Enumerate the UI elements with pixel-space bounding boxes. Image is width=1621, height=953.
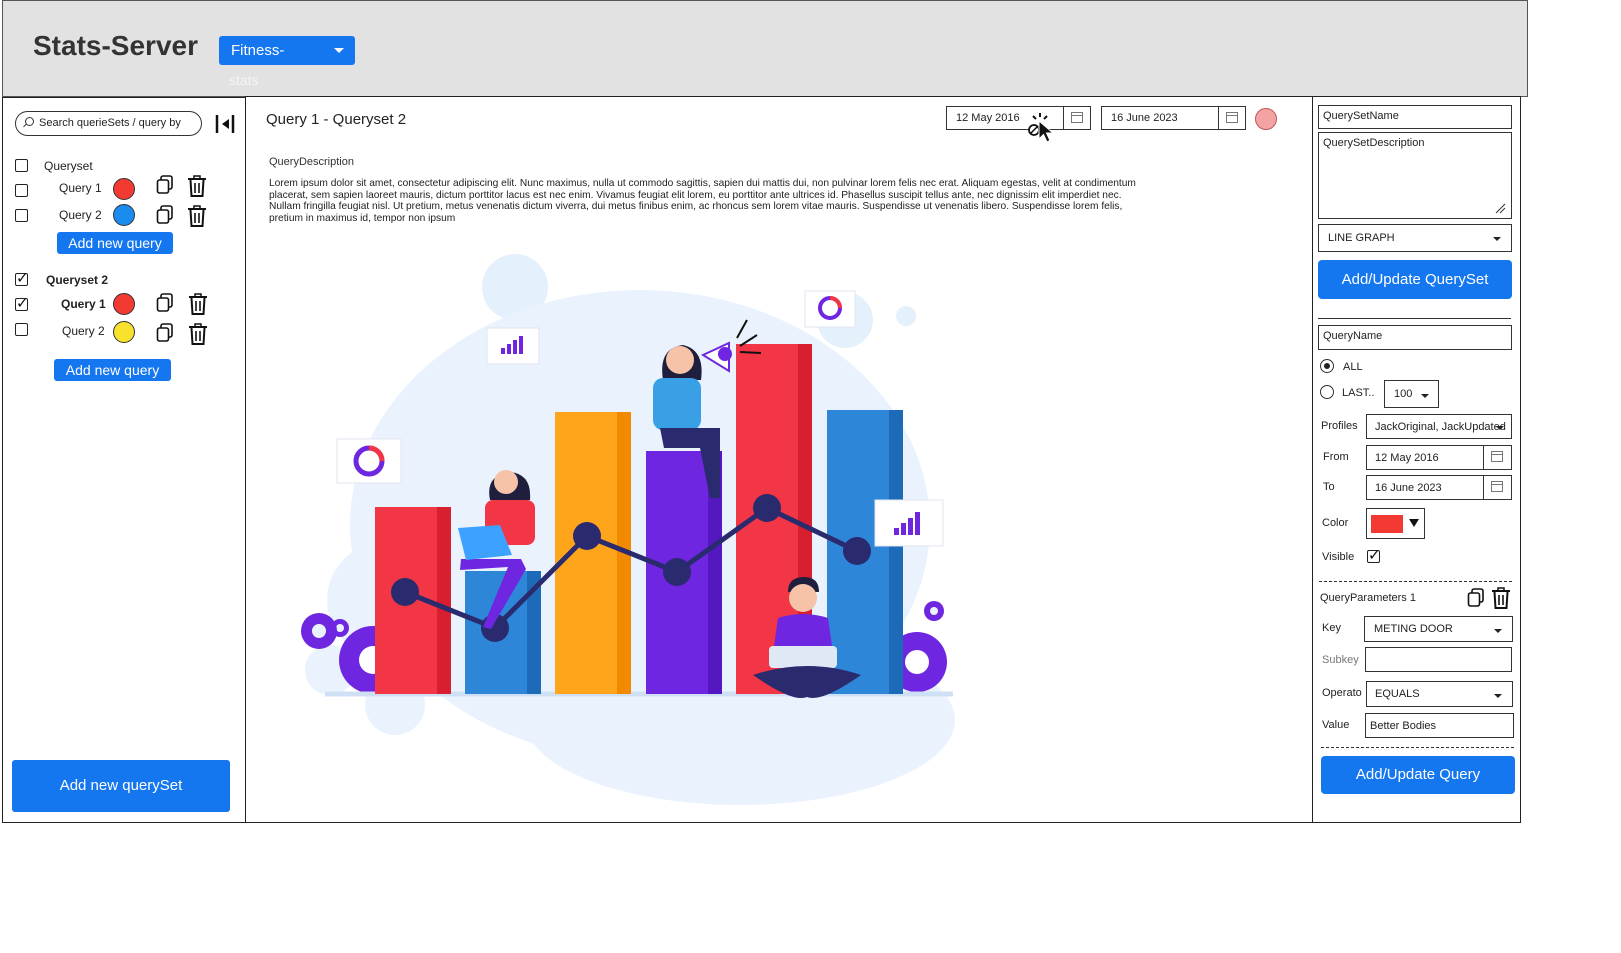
subkey-label: Subkey: [1322, 654, 1359, 666]
collapse-sidebar-icon[interactable]: [214, 113, 236, 135]
status-indicator: [1255, 108, 1277, 130]
copy-icon[interactable]: [1467, 588, 1485, 608]
trash-icon[interactable]: [187, 205, 207, 227]
query-color-dot[interactable]: [113, 204, 135, 226]
query-name-input[interactable]: QueryName: [1318, 325, 1512, 350]
query-checkbox[interactable]: [15, 294, 29, 312]
queryset-checkbox[interactable]: [15, 159, 28, 172]
queryset-name: Queryset: [44, 159, 93, 173]
add-query-button[interactable]: Add new query: [57, 232, 173, 254]
trash-icon[interactable]: [188, 323, 208, 345]
color-swatch: [1371, 515, 1403, 533]
chevron-down-icon: [1494, 629, 1502, 633]
query-name: Query 1: [59, 181, 102, 195]
to-label: To: [1323, 481, 1335, 493]
calendar-icon: [1226, 112, 1238, 123]
visible-checkbox[interactable]: [1367, 546, 1381, 564]
radio-last[interactable]: [1320, 385, 1334, 399]
app-title: Stats-Server: [33, 30, 198, 61]
search-icon: [25, 117, 34, 126]
query-checkbox[interactable]: [15, 184, 28, 197]
copy-icon[interactable]: [156, 175, 174, 195]
operator-value: EQUALS: [1375, 688, 1420, 700]
chevron-down-icon: [1493, 237, 1501, 241]
operator-label: Operato: [1322, 687, 1362, 699]
query-title: Query 1 - Queryset 2: [266, 111, 407, 128]
trash-icon[interactable]: [1491, 587, 1511, 609]
date-from-calendar-button[interactable]: [1063, 106, 1091, 130]
last-count-value: 100: [1394, 388, 1413, 400]
dataset-select-value: Fitness-: [231, 42, 285, 59]
graph-type-value: LINE GRAPH: [1328, 232, 1395, 244]
radio-all[interactable]: [1320, 359, 1334, 373]
visible-label: Visible: [1322, 551, 1355, 563]
profiles-select[interactable]: JackOriginal, JackUpdated: [1366, 414, 1512, 439]
date-to-calendar-button[interactable]: [1218, 106, 1246, 130]
from-date-input[interactable]: 12 May 2016: [1366, 445, 1484, 470]
divider: [1318, 318, 1511, 319]
queryset-name-input[interactable]: QuerySetName: [1318, 105, 1512, 129]
color-picker[interactable]: [1366, 508, 1425, 539]
queryset-name: Queryset 2: [46, 273, 109, 287]
calendar-icon: [1491, 451, 1503, 462]
chevron-down-icon: [1496, 426, 1504, 430]
query-description-text: Lorem ipsum dolor sit amet, consectetur …: [269, 178, 1136, 224]
search-input[interactable]: Search querieSets / query by: [15, 111, 202, 136]
query-color-dot[interactable]: [113, 321, 135, 343]
query-parameters-title: QueryParameters 1: [1320, 592, 1416, 604]
radio-last-label: LAST..: [1342, 387, 1375, 399]
trash-icon[interactable]: [188, 293, 208, 315]
key-label: Key: [1322, 622, 1341, 634]
query-checkbox[interactable]: [15, 209, 28, 222]
to-date-input[interactable]: 16 June 2023: [1366, 475, 1484, 500]
chevron-down-icon: [334, 48, 344, 53]
from-calendar-button[interactable]: [1483, 445, 1512, 470]
query-description-label: QueryDescription: [269, 156, 354, 168]
query-name: Query 2: [59, 208, 102, 222]
pointer-cursor-icon: [1028, 113, 1055, 143]
chevron-down-icon: [1494, 694, 1502, 698]
divider: [1321, 747, 1514, 748]
graph-type-select[interactable]: LINE GRAPH: [1318, 224, 1512, 252]
date-to-input[interactable]: 16 June 2023: [1101, 106, 1219, 130]
dataset-select[interactable]: Fitness-: [219, 36, 355, 65]
key-value: METING DOOR: [1374, 623, 1453, 635]
to-calendar-button[interactable]: [1483, 475, 1512, 500]
copy-icon[interactable]: [156, 205, 174, 225]
profiles-label: Profiles: [1321, 420, 1358, 432]
add-update-queryset-button[interactable]: Add/Update QuerySet: [1318, 260, 1512, 299]
radio-all-label: ALL: [1343, 361, 1363, 373]
add-query-button[interactable]: Add new query: [54, 359, 171, 381]
query-name: Query 2: [62, 324, 105, 338]
queryset-description-textarea[interactable]: QuerySetDescription: [1318, 132, 1512, 219]
operator-select[interactable]: EQUALS: [1366, 681, 1513, 707]
resize-handle-icon[interactable]: [1494, 202, 1506, 214]
trash-icon[interactable]: [187, 175, 207, 197]
dataset-select-overflow-text: stats: [229, 72, 259, 88]
chevron-down-icon: [1409, 519, 1419, 527]
subkey-input[interactable]: [1365, 647, 1512, 672]
query-color-dot[interactable]: [113, 293, 135, 315]
add-queryset-button[interactable]: Add new querySet: [12, 760, 230, 812]
value-input[interactable]: Better Bodies: [1365, 713, 1514, 738]
add-update-query-button[interactable]: Add/Update Query: [1321, 756, 1515, 794]
chart-illustration: [301, 254, 955, 805]
copy-icon[interactable]: [156, 323, 174, 343]
key-select[interactable]: METING DOOR: [1364, 616, 1513, 642]
copy-icon[interactable]: [156, 293, 174, 313]
from-label: From: [1323, 451, 1349, 463]
query-name: Query 1: [61, 297, 106, 311]
divider: [1319, 581, 1512, 582]
query-color-dot[interactable]: [113, 178, 135, 200]
color-label: Color: [1322, 517, 1349, 529]
last-count-select[interactable]: 100: [1384, 380, 1439, 408]
calendar-icon: [1491, 481, 1503, 492]
queryset-checkbox[interactable]: [15, 269, 29, 287]
chevron-down-icon: [1421, 394, 1429, 398]
query-checkbox[interactable]: [15, 323, 28, 336]
value-label: Value: [1322, 719, 1350, 731]
profiles-value: JackOriginal, JackUpdated: [1375, 421, 1506, 433]
calendar-icon: [1071, 112, 1083, 123]
